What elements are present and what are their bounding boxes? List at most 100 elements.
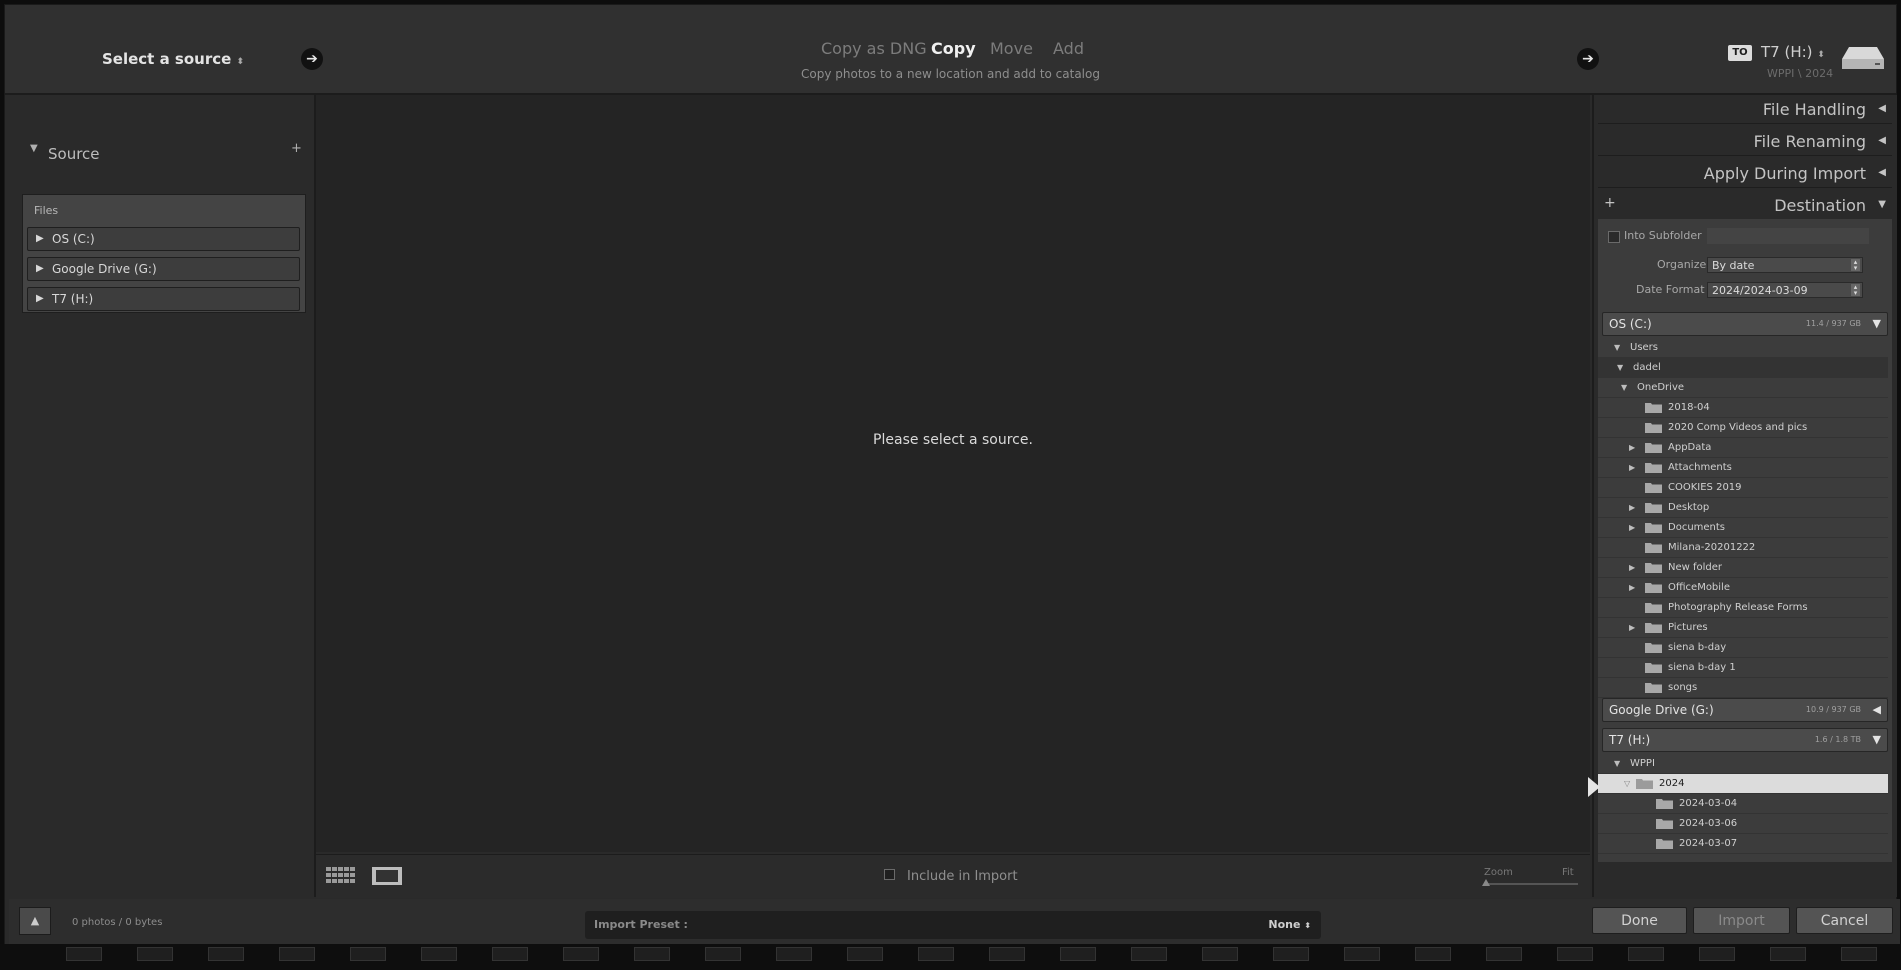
section-file-renaming[interactable]: File Renaming ◀ [1598, 127, 1892, 156]
section-apply-during-import[interactable]: Apply During Import ◀ [1598, 159, 1892, 188]
filmstrip-thumbnail [847, 947, 883, 961]
folder-item[interactable]: ▶ AppData [1598, 438, 1888, 458]
expanded-triangle-icon[interactable]: ▽ [1624, 774, 1630, 793]
mode-copy[interactable]: Copy [931, 39, 976, 58]
expand-triangle-icon[interactable]: ▶ [1629, 458, 1635, 477]
zoom-label: Zoom [1484, 867, 1513, 878]
folder-dadel[interactable]: ▼ dadel [1598, 358, 1888, 378]
folder-item[interactable]: 2024-03-07 [1598, 834, 1888, 854]
date-format-select[interactable]: 2024/2024-03-09 ▴ ▾ [1707, 282, 1863, 298]
collapsed-triangle-icon: ◀ [1872, 703, 1881, 716]
include-checkbox[interactable] [884, 869, 895, 880]
expand-triangle-icon[interactable]: ▶ [36, 258, 44, 280]
folder-icon [1645, 683, 1662, 693]
preset-select[interactable]: None ⬍ [1268, 918, 1311, 931]
filmstrip-thumbnail [1770, 947, 1806, 961]
folder-wppi[interactable]: ▼ WPPI [1598, 754, 1888, 774]
done-button[interactable]: Done [1592, 907, 1687, 934]
zoom-slider-handle[interactable] [1482, 879, 1490, 886]
destination-box: Into Subfolder Organize By date ▴ ▾ Date F… [1598, 219, 1892, 862]
expanded-triangle-icon: ▼ [1872, 733, 1881, 746]
section-file-handling[interactable]: File Handling ◀ [1598, 95, 1892, 124]
volume-os-c[interactable]: ▶ OS (C:) [27, 227, 300, 251]
folder-item[interactable]: ▶ Desktop [1598, 498, 1888, 518]
volume-google-drive-g[interactable]: ▶ Google Drive (G:) [27, 257, 300, 281]
drive-google-drive-g[interactable]: Google Drive (G:) 10.9 / 937 GB ◀ [1602, 698, 1888, 722]
filmstrip-thumbnail [279, 947, 315, 961]
expand-up-icon[interactable]: ▲ [19, 907, 51, 935]
destination-dropdown[interactable]: T7 (H:) ⬍ [1761, 43, 1825, 61]
folder-item[interactable]: COOKIES 2019 [1598, 478, 1888, 498]
mode-description: Copy photos to a new location and add to… [801, 67, 1100, 81]
filmstrip-thumbnail [989, 947, 1025, 961]
files-list: Files ▶ OS (C:) ▶ Google Drive (G:) ▶ T7 (H… [22, 194, 306, 313]
mode-move[interactable]: Move [990, 39, 1033, 58]
mode-copy-as-dng[interactable]: Copy as DNG [821, 39, 927, 58]
expand-triangle-icon[interactable]: ▶ [1629, 498, 1635, 517]
include-in-import-toggle[interactable]: Include in Import [884, 869, 1018, 884]
section-destination[interactable]: + Destination ▼ [1598, 191, 1892, 220]
folder-icon [1645, 563, 1662, 573]
into-subfolder-checkbox[interactable] [1608, 231, 1620, 243]
expand-triangle-icon[interactable]: ▶ [1629, 578, 1635, 597]
subfolder-name-input[interactable] [1707, 228, 1869, 244]
filmstrip-thumbnail [1557, 947, 1593, 961]
updown-icon: ⬍ [1817, 50, 1825, 60]
drive-os-c[interactable]: OS (C:) 11.4 / 937 GB ▼ [1602, 312, 1888, 336]
folder-onedrive[interactable]: ▼ OneDrive [1598, 378, 1888, 398]
expanded-triangle-icon[interactable]: ▼ [1617, 358, 1623, 377]
import-button[interactable]: Import [1693, 907, 1790, 934]
collapsed-triangle-icon: ◀ [1878, 167, 1886, 178]
folder-item[interactable]: songs [1598, 678, 1888, 698]
cancel-button[interactable]: Cancel [1796, 907, 1893, 934]
volume-t7-h[interactable]: ▶ T7 (H:) [27, 287, 300, 311]
folder-item[interactable]: siena b-day [1598, 638, 1888, 658]
organize-select[interactable]: By date ▴ ▾ [1707, 257, 1863, 273]
stepper-icon: ▴ ▾ [1851, 284, 1860, 297]
grid-view-icon[interactable] [326, 867, 356, 885]
add-source-icon[interactable]: + [291, 141, 302, 156]
select-source-dropdown[interactable]: Select a source ⬍ [102, 50, 244, 68]
folder-item[interactable]: 2020 Comp Videos and pics [1598, 418, 1888, 438]
folder-icon [1656, 799, 1673, 809]
expanded-triangle-icon[interactable]: ▼ [1614, 754, 1620, 773]
folder-item[interactable]: Photography Release Forms [1598, 598, 1888, 618]
collapsed-triangle-icon: ◀ [1878, 103, 1886, 114]
mode-add[interactable]: Add [1053, 39, 1084, 58]
folder-item[interactable]: 2024-03-04 [1598, 794, 1888, 814]
destination-arrow-icon[interactable]: ➔ [1577, 48, 1599, 70]
loupe-view-icon[interactable] [372, 867, 402, 885]
filmstrip-thumbnail [66, 947, 102, 961]
expand-triangle-icon[interactable]: ▶ [1629, 438, 1635, 457]
organize-label: Organize [1657, 258, 1707, 271]
expanded-triangle-icon[interactable]: ▼ [1621, 378, 1627, 397]
collapse-triangle-icon[interactable]: ▼ [30, 143, 38, 154]
expand-triangle-icon[interactable]: ▶ [1629, 618, 1635, 637]
drive-t7-h[interactable]: T7 (H:) 1.6 / 1.8 TB ▼ [1602, 728, 1888, 752]
folder-item[interactable]: ▶ OfficeMobile [1598, 578, 1888, 598]
expand-triangle-icon[interactable]: ▶ [1629, 558, 1635, 577]
folder-item[interactable]: 2018-04 [1598, 398, 1888, 418]
folder-item[interactable]: ▶ Documents [1598, 518, 1888, 538]
expanded-triangle-icon[interactable]: ▼ [1614, 338, 1620, 357]
folder-users[interactable]: ▼ Users [1598, 338, 1888, 358]
folder-item[interactable]: ▶ Attachments [1598, 458, 1888, 478]
filmstrip-thumbnail [1202, 947, 1238, 961]
folder-item[interactable]: 2024-03-06 [1598, 814, 1888, 834]
folder-2024-selected[interactable]: ▽ 2024 [1598, 774, 1888, 794]
expand-triangle-icon[interactable]: ▶ [36, 288, 44, 310]
expand-triangle-icon[interactable]: ▶ [1629, 518, 1635, 537]
folder-item[interactable]: Milana-20201222 [1598, 538, 1888, 558]
filmstrip-thumbnail [918, 947, 954, 961]
stepper-icon: ▴ ▾ [1851, 259, 1860, 272]
folder-item[interactable]: ▶ Pictures [1598, 618, 1888, 638]
add-folder-icon[interactable]: + [1604, 195, 1616, 211]
folder-item[interactable]: ▶ New folder [1598, 558, 1888, 578]
folder-icon [1645, 423, 1662, 433]
expand-triangle-icon[interactable]: ▶ [36, 228, 44, 250]
filmstrip-thumbnail [421, 947, 457, 961]
zoom-slider[interactable] [1482, 879, 1578, 886]
import-preset-bar[interactable]: Import Preset : None ⬍ [585, 911, 1321, 939]
folder-item[interactable]: siena b-day 1 [1598, 658, 1888, 678]
filmstrip-thumbnail [350, 947, 386, 961]
